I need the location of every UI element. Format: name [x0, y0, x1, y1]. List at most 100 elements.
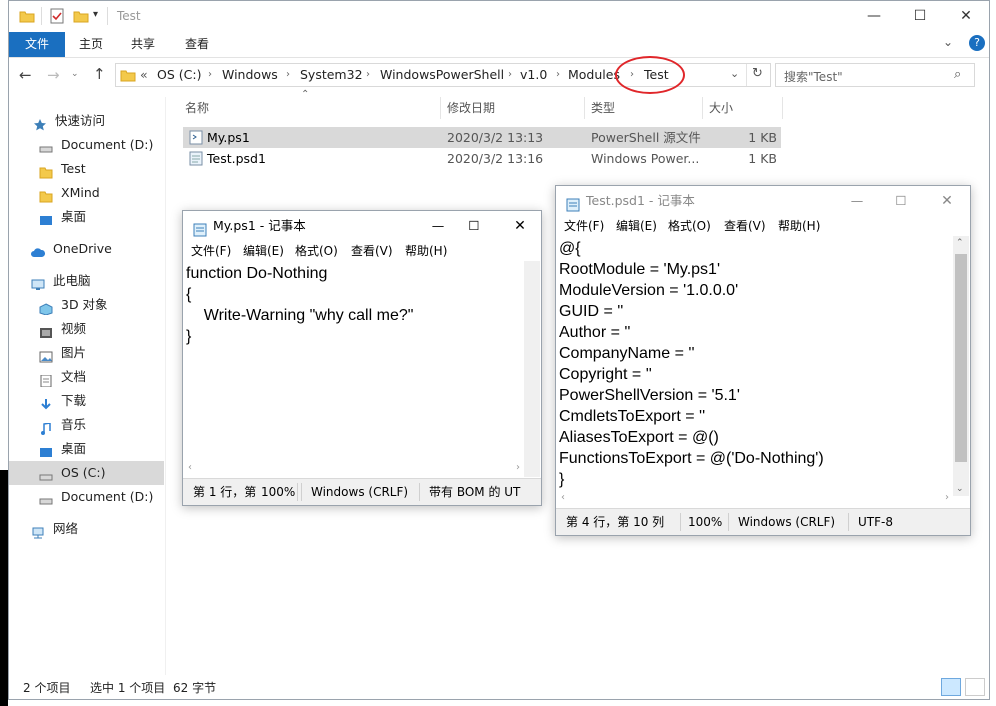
- sidebar-item[interactable]: 视频: [9, 317, 164, 341]
- sidebar-item-label: XMind: [61, 185, 100, 200]
- notepad-text-area[interactable]: function Do-Nothing { Write-Warning "why…: [186, 263, 413, 347]
- sidebar-item[interactable]: 此电脑: [9, 269, 164, 293]
- breadcrumb-system32[interactable]: System32: [300, 67, 363, 82]
- up-arrow-icon[interactable]: ↑: [93, 65, 106, 83]
- forward-arrow-icon[interactable]: →: [47, 66, 60, 84]
- back-arrow-icon[interactable]: ←: [19, 66, 32, 84]
- tab-file[interactable]: 文件: [9, 32, 65, 57]
- divider: [297, 483, 298, 501]
- sidebar-item[interactable]: Document (D:): [9, 485, 164, 509]
- sidebar-item[interactable]: 图片: [9, 341, 164, 365]
- recent-dropdown-icon[interactable]: ⌄: [71, 69, 79, 79]
- file-name: My.ps1: [207, 130, 250, 145]
- breadcrumb-modules[interactable]: Modules: [568, 67, 620, 82]
- scroll-right-icon[interactable]: ›: [945, 492, 949, 503]
- chevron-right-icon[interactable]: ›: [208, 69, 212, 80]
- sidebar-item[interactable]: Test: [9, 157, 164, 181]
- scroll-down-icon[interactable]: ⌄: [956, 484, 964, 494]
- menu-view[interactable]: 查看(V): [351, 241, 393, 261]
- maximize-button[interactable]: ☐: [897, 1, 943, 32]
- maximize-button[interactable]: ☐: [459, 211, 489, 241]
- sidebar-item[interactable]: XMind: [9, 181, 164, 205]
- chevron-right-icon[interactable]: ›: [556, 69, 560, 80]
- sidebar-item[interactable]: 下载: [9, 389, 164, 413]
- details-view-button[interactable]: [941, 678, 961, 696]
- maximize-button[interactable]: ☐: [886, 186, 916, 216]
- close-button[interactable]: ✕: [932, 186, 962, 216]
- table-row[interactable]: Test.psd1 2020/3/2 13:16 Windows Power..…: [183, 148, 781, 169]
- minimize-button[interactable]: —: [423, 211, 453, 241]
- breadcrumb-windowspowershell[interactable]: WindowsPowerShell: [380, 67, 504, 82]
- minimize-button[interactable]: —: [842, 186, 872, 216]
- column-header-type[interactable]: 类型: [585, 97, 703, 119]
- menu-file[interactable]: 文件(F): [191, 241, 231, 261]
- scroll-up-icon[interactable]: ⌃: [956, 238, 964, 248]
- sidebar-item[interactable]: OS (C:): [9, 461, 164, 485]
- scroll-right-icon[interactable]: ›: [516, 462, 520, 473]
- column-header-name[interactable]: 名称: [179, 97, 441, 119]
- sidebar-item-label: 桌面: [61, 441, 87, 456]
- scrollbar-thumb[interactable]: [955, 254, 967, 462]
- vertical-scrollbar[interactable]: ⌃ ⌄: [953, 236, 969, 496]
- psd1-file-icon: [189, 151, 203, 172]
- horizontal-scrollbar[interactable]: ‹ ›: [184, 462, 524, 479]
- close-button[interactable]: ✕: [943, 1, 989, 32]
- chevron-right-icon[interactable]: ›: [508, 69, 512, 80]
- tab-share[interactable]: 共享: [117, 32, 169, 57]
- sidebar-item[interactable]: 网络: [9, 517, 164, 541]
- scroll-left-icon[interactable]: ‹: [188, 462, 192, 473]
- notepad-status-bar: 第 1 行，第 100% Windows (CRLF) 带有 BOM 的 UT: [183, 478, 541, 505]
- column-header-date[interactable]: 修改日期: [441, 97, 585, 119]
- column-header-size[interactable]: 大小: [703, 97, 783, 119]
- help-icon[interactable]: ?: [969, 35, 985, 51]
- tab-home[interactable]: 主页: [65, 32, 117, 57]
- pane-divider: [165, 97, 166, 675]
- chevron-right-icon[interactable]: ›: [286, 69, 290, 80]
- address-bar[interactable]: « OS (C:) › Windows › System32 › Windows…: [115, 56, 771, 94]
- sidebar-item[interactable]: 快速访问: [9, 109, 164, 133]
- minimize-button[interactable]: —: [851, 1, 897, 32]
- sidebar-item[interactable]: 桌面: [9, 437, 164, 461]
- breadcrumb-windows[interactable]: Windows: [222, 67, 278, 82]
- refresh-icon[interactable]: ↻: [752, 66, 763, 81]
- large-icons-view-button[interactable]: [965, 678, 985, 696]
- close-button[interactable]: ✕: [505, 211, 535, 241]
- menu-file[interactable]: 文件(F): [564, 216, 604, 236]
- qat-dropdown-icon[interactable]: ▾: [93, 9, 98, 20]
- table-row[interactable]: My.ps1 2020/3/2 13:13 PowerShell 源文件 1 K…: [183, 127, 781, 148]
- search-box[interactable]: 搜索"Test" ⌕: [775, 63, 975, 87]
- sidebar-item[interactable]: OneDrive: [9, 237, 164, 261]
- ribbon-expand-icon[interactable]: ⌄: [943, 35, 953, 49]
- sidebar-item[interactable]: 3D 对象: [9, 293, 164, 317]
- address-dropdown-icon[interactable]: ⌄: [730, 67, 739, 80]
- download-icon: [39, 395, 53, 410]
- new-folder-icon[interactable]: [73, 8, 89, 24]
- menu-view[interactable]: 查看(V): [724, 216, 766, 236]
- chevron-right-icon[interactable]: ›: [366, 69, 370, 80]
- sidebar-item[interactable]: 文档: [9, 365, 164, 389]
- sidebar-item[interactable]: 桌面: [9, 205, 164, 229]
- search-input[interactable]: 搜索"Test": [784, 68, 843, 85]
- notepad-menu-bar: 文件(F) 编辑(E) 格式(O) 查看(V) 帮助(H): [556, 216, 970, 236]
- tab-view[interactable]: 查看: [171, 32, 223, 57]
- menu-edit[interactable]: 编辑(E): [616, 216, 657, 236]
- sidebar-item[interactable]: Document (D:): [9, 133, 164, 157]
- menu-edit[interactable]: 编辑(E): [243, 241, 284, 261]
- picture-icon: [39, 347, 53, 363]
- vertical-scrollbar[interactable]: [524, 261, 540, 477]
- desktop-icon: [39, 443, 53, 457]
- scroll-left-icon[interactable]: ‹: [561, 492, 565, 503]
- breadcrumb-overflow[interactable]: «: [140, 67, 148, 82]
- notepad-title-bar: My.ps1 - 记事本 — ☐ ✕: [183, 211, 541, 241]
- menu-help[interactable]: 帮助(H): [405, 241, 447, 261]
- menu-format[interactable]: 格式(O): [295, 241, 338, 261]
- breadcrumb-os-c[interactable]: OS (C:): [157, 67, 201, 82]
- search-icon[interactable]: ⌕: [954, 67, 961, 82]
- properties-icon[interactable]: [49, 8, 65, 24]
- sidebar-item[interactable]: 音乐: [9, 413, 164, 437]
- notepad-text-area[interactable]: @{ RootModule = 'My.ps1' ModuleVersion =…: [559, 238, 824, 490]
- horizontal-scrollbar[interactable]: ‹ ›: [557, 492, 953, 509]
- menu-help[interactable]: 帮助(H): [778, 216, 820, 236]
- menu-format[interactable]: 格式(O): [668, 216, 711, 236]
- breadcrumb-v1[interactable]: v1.0: [520, 67, 547, 82]
